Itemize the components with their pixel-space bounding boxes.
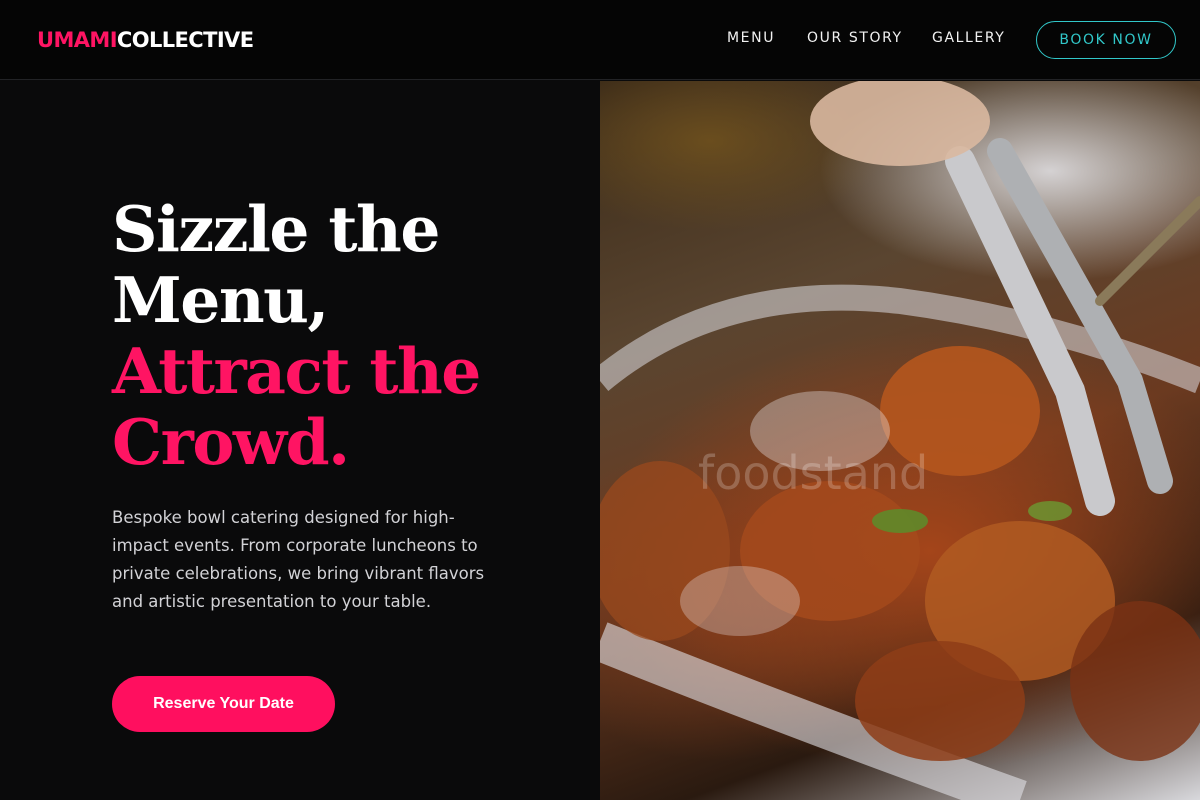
- book-now-button[interactable]: BOOK NOW: [1036, 21, 1176, 59]
- logo-umami: UMAMI: [37, 28, 118, 52]
- reserve-date-button[interactable]: Reserve Your Date: [112, 676, 335, 732]
- image-watermark: foodstand: [698, 446, 929, 500]
- site-header: UMAMICOLLECTIVE MENU OUR STORY GALLERY B…: [0, 0, 1200, 80]
- hero-headline: Sizzle the Menu, Attract the Crowd.: [112, 194, 592, 478]
- food-photo-illustration: [600, 81, 1200, 800]
- brand-logo[interactable]: UMAMICOLLECTIVE: [37, 27, 254, 53]
- nav-link-menu[interactable]: MENU: [727, 28, 775, 48]
- headline-line-4: Crowd.: [112, 405, 350, 479]
- nav-link-gallery[interactable]: GALLERY: [932, 28, 1005, 48]
- logo-collective: COLLECTIVE: [116, 28, 254, 52]
- hero-description: Bespoke bowl catering designed for high-…: [112, 508, 485, 611]
- headline-line-3: Attract the: [112, 334, 481, 408]
- headline-line-2: Menu,: [112, 263, 329, 337]
- headline-line-1: Sizzle the: [112, 192, 440, 266]
- landing-page: UMAMICOLLECTIVE MENU OUR STORY GALLERY B…: [0, 0, 1200, 800]
- nav-link-our-story[interactable]: OUR STORY: [807, 28, 903, 48]
- hero-food-image: foodstand: [600, 81, 1200, 800]
